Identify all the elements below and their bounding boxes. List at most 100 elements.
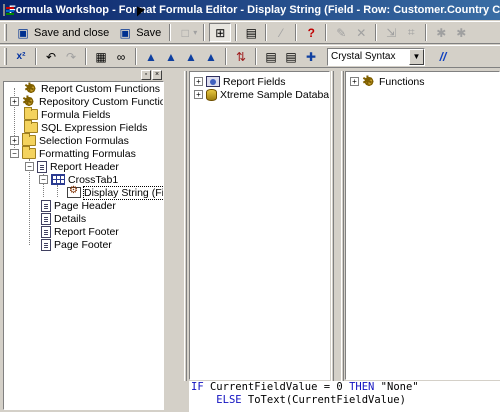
toolbar-grip[interactable] <box>4 48 7 65</box>
tree-item-label: CrossTab1 <box>68 173 119 186</box>
pane-splitter[interactable] <box>341 71 344 381</box>
window-title: Formula Workshop - Format Formula Editor… <box>9 4 500 16</box>
save-close-icon: ▣ <box>17 25 29 40</box>
code-expression: ToText(CurrentFieldValue) <box>241 394 406 406</box>
toggle-fields-tree-button[interactable]: ▤ <box>261 47 281 66</box>
folder-icon <box>24 120 38 133</box>
tree-item-label: Repository Custom Functions <box>39 95 164 108</box>
tree-item-functions[interactable]: + Functions <box>350 73 425 89</box>
tree-item-formatting-formulas[interactable]: − Formatting Formulas <box>10 146 136 160</box>
check-button[interactable]: x² <box>11 47 31 66</box>
gear-icon <box>362 73 376 89</box>
toolbar-separator <box>203 24 206 41</box>
comment-icon: // <box>439 49 447 64</box>
tree-item-details[interactable]: Details <box>41 212 86 225</box>
code-line-1: IF CurrentFieldValue = 0 THEN "None" <box>189 381 500 394</box>
tree-item-label: Selection Formulas <box>39 134 129 147</box>
undo-button[interactable]: ↶ <box>41 47 61 66</box>
report-icon <box>206 76 220 87</box>
tree-item-crosstab1[interactable]: − CrossTab1 <box>39 173 118 186</box>
pin-icon[interactable]: ▫ <box>141 70 151 80</box>
use-extractor-button[interactable]: ✱ <box>451 23 471 42</box>
tree-item-report-header[interactable]: − Report Header <box>25 160 119 173</box>
find-button[interactable]: ∞ <box>111 47 131 66</box>
new-document-icon: □ <box>181 25 189 40</box>
redo-button[interactable]: ↷ <box>61 47 81 66</box>
workshop-tree: Report Custom Functions + Repository Cus… <box>3 81 164 410</box>
toolbar-separator <box>255 48 257 65</box>
pane-splitter[interactable] <box>184 71 187 381</box>
folder-icon <box>22 133 36 146</box>
wizard-button[interactable]: ⁄ <box>271 23 291 42</box>
minus-expander-icon[interactable]: − <box>39 175 48 184</box>
document-icon <box>41 212 51 225</box>
close-icon[interactable]: × <box>152 70 162 80</box>
toolbar-grip[interactable] <box>4 24 7 41</box>
browse-data-icon: ▦ <box>95 49 107 64</box>
tree-item-xtreme-sample-database[interactable]: + Xtreme Sample Database 1 <box>194 88 330 101</box>
toggle-operators-tree-button[interactable]: ✚ <box>301 47 321 66</box>
tree-item-sql-expression-fields[interactable]: SQL Expression Fields <box>24 120 147 134</box>
toggle-functions-tree-button[interactable]: ▤ <box>281 47 301 66</box>
app-icon <box>3 4 14 16</box>
tree-connector <box>57 185 58 197</box>
properties-icon: ▤ <box>245 25 257 40</box>
next-bookmark-button[interactable]: ▲ <box>161 47 181 66</box>
syntax-select-value: Crystal Syntax <box>331 51 396 62</box>
clear-bookmarks-icon: ▲ <box>205 49 217 64</box>
document-icon <box>41 199 51 212</box>
tree-item-label: Formatting Formulas <box>39 147 136 160</box>
new-button[interactable]: □ ▾ <box>175 23 199 42</box>
show-formatting-button[interactable]: ⌗ <box>401 23 421 42</box>
previous-bookmark-icon: ▲ <box>185 49 197 64</box>
tree-item-page-header[interactable]: Page Header <box>41 199 116 212</box>
plus-expander-icon[interactable]: + <box>10 97 19 106</box>
tree-item-repository-custom-functions[interactable]: + Repository Custom Functions <box>10 93 164 109</box>
editor-toolbar: x² ↶ ↷ ▦ ∞ ▲ ▲ ▲ ▲ ⇅ ▤ ▤ ✚ Crystal Synta… <box>0 45 500 68</box>
help-button[interactable]: ? <box>301 23 321 42</box>
properties-button[interactable]: ▤ <box>241 23 261 42</box>
tree-item-report-custom-functions[interactable]: Report Custom Functions <box>24 82 160 96</box>
code-string: "None" <box>374 381 419 393</box>
rename-button[interactable]: ✎ <box>331 23 351 42</box>
formula-gear-icon <box>67 185 81 198</box>
minus-expander-icon[interactable]: − <box>25 162 34 171</box>
floppy-disk-icon: ▣ <box>119 25 131 40</box>
toggle-bookmark-button[interactable]: ▲ <box>141 47 161 66</box>
tree-item-label: Report Fields <box>223 75 286 88</box>
tree-item-page-footer[interactable]: Page Footer <box>41 238 112 251</box>
tree-item-display-string[interactable]: Display String (Field <box>67 185 163 200</box>
clear-bookmarks-button[interactable]: ▲ <box>201 47 221 66</box>
bookmark-icon: ▲ <box>145 49 157 64</box>
browse-data-button[interactable]: ▦ <box>91 47 111 66</box>
minus-expander-icon[interactable]: − <box>10 149 19 158</box>
plus-expander-icon[interactable]: + <box>194 90 203 99</box>
redo-icon: ↷ <box>65 49 77 64</box>
plus-expander-icon[interactable]: + <box>350 77 359 86</box>
comment-button[interactable]: // <box>433 47 453 66</box>
save-and-close-button[interactable]: ▣ Save and close <box>11 23 113 42</box>
sort-fields-button[interactable]: ⇅ <box>231 47 251 66</box>
pane-splitter[interactable] <box>331 71 334 381</box>
tree-item-report-footer[interactable]: Report Footer <box>41 225 119 238</box>
fields-tree-icon: ▤ <box>265 49 277 64</box>
delete-button[interactable]: ✕ <box>351 23 371 42</box>
toggle-tree-button[interactable]: ⊞ <box>209 23 232 42</box>
tree-item-label: Xtreme Sample Database 1 <box>220 88 330 101</box>
code-expression: CurrentFieldValue = 0 <box>203 381 350 393</box>
custom-function-button[interactable]: ✱ <box>431 23 451 42</box>
pane-splitter[interactable] <box>166 71 182 381</box>
tree-item-report-fields[interactable]: + Report Fields <box>194 75 285 88</box>
formula-text-editor[interactable]: IF CurrentFieldValue = 0 THEN "None" ELS… <box>189 381 500 412</box>
save-button[interactable]: ▣ Save <box>113 23 165 42</box>
tree-view-icon: ⊞ <box>215 25 226 40</box>
save-and-close-label: Save and close <box>34 26 110 39</box>
plus-expander-icon[interactable]: + <box>10 136 19 145</box>
previous-bookmark-button[interactable]: ▲ <box>181 47 201 66</box>
expand-button[interactable]: ⇲ <box>381 23 401 42</box>
plus-expander-icon[interactable]: + <box>194 77 203 86</box>
code-line-2: ELSE ToText(CurrentFieldValue) <box>189 394 500 407</box>
tree-item-formula-fields[interactable]: Formula Fields <box>24 107 110 121</box>
chevron-down-icon[interactable]: ▼ <box>409 48 424 65</box>
syntax-select[interactable]: Crystal Syntax ▼ <box>327 47 425 66</box>
